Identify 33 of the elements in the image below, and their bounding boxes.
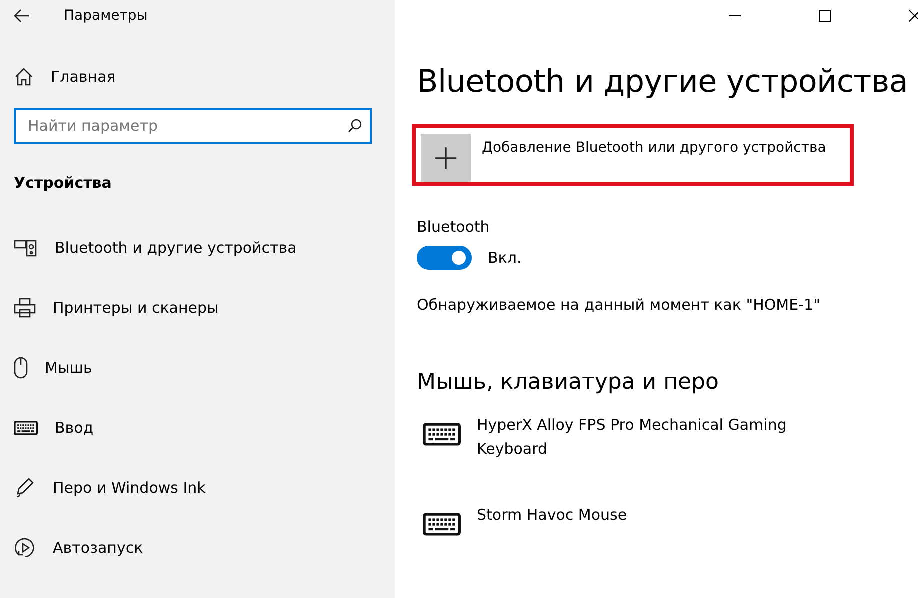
nav-item[interactable]: Перо и Windows Ink: [53, 479, 206, 497]
back-arrow-icon[interactable]: [14, 9, 30, 23]
nav-item[interactable]: Ввод: [55, 419, 94, 437]
toggle-state: Вкл.: [488, 249, 522, 267]
search-field[interactable]: Найти параметр: [14, 108, 372, 144]
nav-item[interactable]: Bluetooth и другие устройства: [55, 239, 297, 257]
devices-icon: [14, 238, 38, 258]
bluetooth-label: Bluetooth: [417, 218, 491, 236]
maximize-icon: [819, 10, 831, 22]
keyboard-icon: [14, 420, 38, 436]
section-heading: Мышь, клавиатура и перо: [417, 370, 720, 395]
device-name[interactable]: Storm Havoc Mouse: [477, 503, 817, 527]
home-icon: [15, 68, 33, 86]
device-name[interactable]: HyperX Alloy FPS Pro Mechanical Gaming Keyboard: [477, 413, 817, 461]
keyboard-icon: [423, 423, 461, 446]
section-heading: Устройства: [14, 174, 113, 192]
home-link[interactable]: Главная: [51, 68, 116, 86]
pen-icon: [14, 477, 36, 499]
discoverable-text: Обнаруживаемое на данный момент как "HOME-1": [417, 296, 822, 314]
minimize-icon: [729, 15, 741, 17]
keyboard-icon: [423, 513, 461, 536]
mouse-icon: [14, 357, 28, 379]
nav-item[interactable]: Мышь: [45, 359, 92, 377]
autoplay-icon: [14, 537, 36, 559]
add-device-button[interactable]: + Добавление Bluetooth или другого устройства: [421, 134, 826, 182]
printer-icon: [14, 298, 36, 318]
window-title: Параметры: [64, 8, 148, 24]
search-icon: [348, 119, 362, 133]
page-title: Bluetooth и другие устройства: [417, 64, 910, 100]
close-icon: [909, 10, 918, 22]
nav-item[interactable]: Принтеры и сканеры: [53, 299, 219, 317]
nav-item[interactable]: Автозапуск: [53, 539, 144, 557]
bluetooth-toggle[interactable]: [417, 246, 472, 270]
